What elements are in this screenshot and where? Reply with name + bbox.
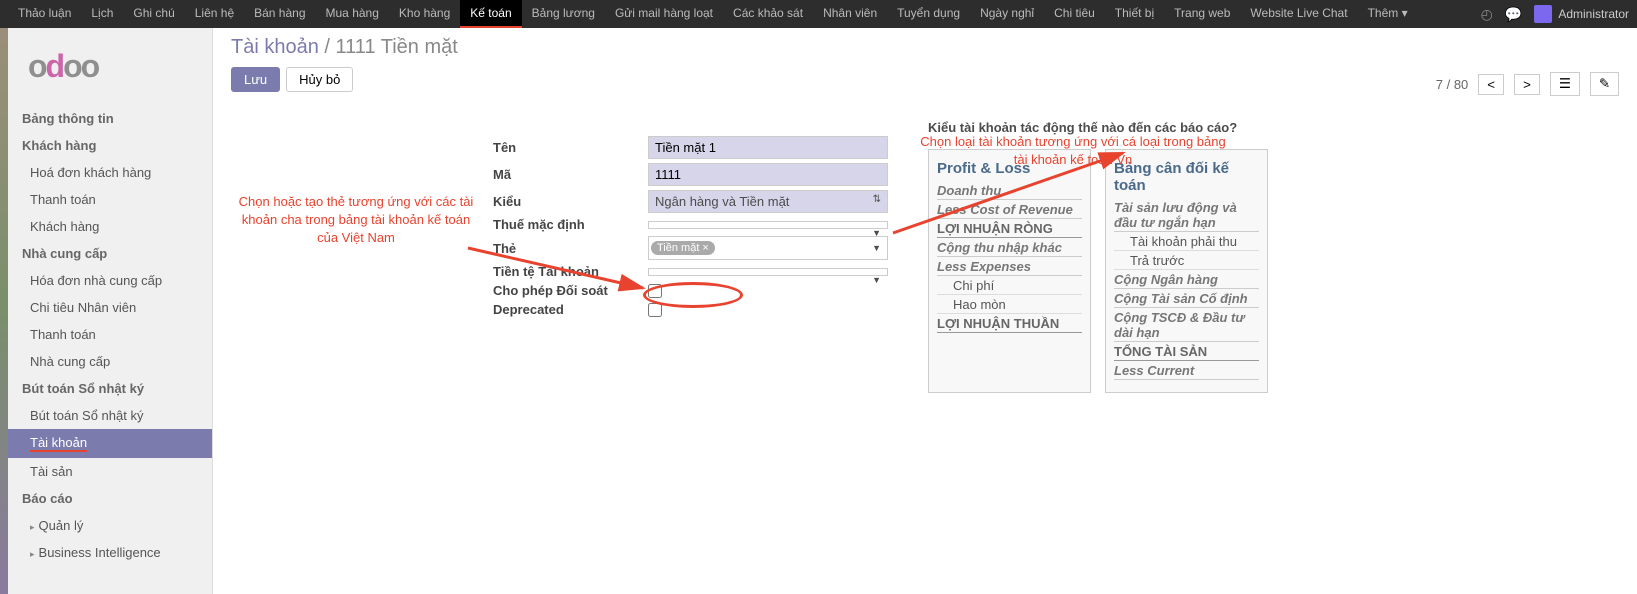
topbar-item[interactable]: Tuyển dụng bbox=[887, 0, 970, 28]
topbar-item[interactable]: Thảo luận bbox=[8, 0, 81, 28]
top-navbar: Thảo luậnLịchGhi chúLiên hệBán hàngMua h… bbox=[0, 0, 1637, 28]
label-code: Mã bbox=[493, 167, 648, 182]
avatar bbox=[1534, 5, 1552, 23]
sidebar-item[interactable]: Khách hàng bbox=[8, 213, 212, 240]
topbar-item[interactable]: Website Live Chat bbox=[1240, 0, 1357, 28]
sidebar-item[interactable]: Chi tiêu Nhân viên bbox=[8, 294, 212, 321]
clock-icon[interactable]: ◴ bbox=[1481, 6, 1493, 23]
caret-down-icon: ▼ bbox=[872, 275, 881, 285]
info-line: Cộng thu nhập khác bbox=[937, 240, 1082, 257]
info-line: Less Expenses bbox=[937, 259, 1082, 276]
sidebar-item[interactable]: Hoá đơn khách hàng bbox=[8, 159, 212, 186]
sidebar-section: Bút toán Sổ nhật ký bbox=[8, 375, 212, 402]
sidebar-section: Bảng thông tin bbox=[8, 105, 212, 132]
save-button[interactable]: Lưu bbox=[231, 67, 280, 92]
topbar-item[interactable]: Ngày nghỉ bbox=[970, 0, 1044, 28]
chat-icon[interactable]: 💬 bbox=[1505, 6, 1522, 23]
sidebar-section: Báo cáo bbox=[8, 485, 212, 512]
sidebar-section: Khách hàng bbox=[8, 132, 212, 159]
info-line: Cộng Tài sản Cố định bbox=[1114, 291, 1259, 308]
left-decoration bbox=[0, 28, 8, 594]
breadcrumb-current: 1111 Tiền mặt bbox=[336, 36, 458, 58]
info-line: Tài khoản phải thu bbox=[1114, 234, 1259, 251]
label-type: Kiểu bbox=[493, 194, 648, 209]
breadcrumb: Tài khoản / 1111 Tiền mặt bbox=[231, 36, 1619, 59]
info-line: LỢI NHUẬN RÒNG bbox=[937, 221, 1082, 238]
sidebar-item[interactable]: ▸Quản lý bbox=[8, 512, 212, 539]
tax-select[interactable]: ▼ bbox=[648, 221, 888, 229]
info-line: LỢI NHUẬN THUẦN bbox=[937, 316, 1082, 333]
topbar-item[interactable]: Nhân viên bbox=[813, 0, 887, 28]
topbar-item[interactable]: Ghi chú bbox=[123, 0, 184, 28]
list-view-button[interactable]: ☰ bbox=[1550, 72, 1580, 96]
tag-field[interactable]: Tiền mặt× ▼ bbox=[648, 236, 888, 260]
sidebar: odoo Bảng thông tinKhách hàngHoá đơn khá… bbox=[8, 28, 213, 594]
user-menu[interactable]: Administrator bbox=[1534, 5, 1629, 23]
topbar-item[interactable]: Gửi mail hàng loạt bbox=[605, 0, 723, 28]
topbar-item[interactable]: Các khảo sát bbox=[723, 0, 813, 28]
form-view-button[interactable]: ✎ bbox=[1590, 72, 1619, 96]
label-deprecated: Deprecated bbox=[493, 302, 648, 317]
tag-remove-icon[interactable]: × bbox=[702, 242, 708, 254]
info-line: Cộng Ngân hàng bbox=[1114, 272, 1259, 289]
topbar-item[interactable]: Mua hàng bbox=[316, 0, 389, 28]
currency-select[interactable]: ▼ bbox=[648, 268, 888, 276]
logo: odoo bbox=[8, 36, 212, 105]
topbar-item[interactable]: Bán hàng bbox=[244, 0, 315, 28]
caret-down-icon: ▼ bbox=[872, 243, 881, 253]
info-line: Doanh thu bbox=[937, 183, 1082, 200]
info-line: Tài sản lưu động và đầu tư ngắn hạn bbox=[1114, 200, 1259, 232]
sidebar-item[interactable]: Thanh toán bbox=[8, 186, 212, 213]
type-select[interactable]: Ngân hàng và Tiền mặt⇅ bbox=[648, 190, 888, 213]
breadcrumb-root[interactable]: Tài khoản bbox=[231, 36, 319, 58]
info-line: Hao mòn bbox=[937, 297, 1082, 314]
sidebar-item[interactable]: Hóa đơn nhà cung cấp bbox=[8, 267, 212, 294]
info-title: Kiểu tài khoản tác động thế nào đến các … bbox=[928, 120, 1268, 135]
pager: 7 / 80 bbox=[1436, 77, 1469, 92]
info-line: TỔNG TÀI SẢN bbox=[1114, 344, 1259, 361]
topbar-item[interactable]: Kế toán bbox=[460, 0, 521, 28]
info-line: Less Current bbox=[1114, 363, 1259, 380]
sidebar-item[interactable]: Thanh toán bbox=[8, 321, 212, 348]
label-reconcile: Cho phép Đối soát bbox=[493, 283, 648, 298]
info-line: Less Cost of Revenue bbox=[937, 202, 1082, 219]
info-line: Chi phí bbox=[937, 278, 1082, 295]
select-arrows-icon: ⇅ bbox=[873, 194, 881, 205]
topbar-item[interactable]: Chi tiêu bbox=[1044, 0, 1105, 28]
tag-chip: Tiền mặt× bbox=[651, 241, 715, 255]
label-name: Tên bbox=[493, 140, 648, 155]
prev-button[interactable]: < bbox=[1478, 74, 1504, 95]
code-field[interactable] bbox=[648, 163, 888, 186]
topbar-item[interactable]: Bảng lương bbox=[522, 0, 605, 28]
label-tag: Thẻ bbox=[493, 241, 648, 256]
topbar-item[interactable]: Thiết bị bbox=[1105, 0, 1164, 28]
info-col-bs: Bảng cân đối kế toán Tài sản lưu động và… bbox=[1105, 149, 1268, 393]
sidebar-item[interactable]: ▸Business Intelligence bbox=[8, 539, 212, 566]
sidebar-section: Nhà cung cấp bbox=[8, 240, 212, 267]
sidebar-item[interactable]: Nhà cung cấp bbox=[8, 348, 212, 375]
user-name: Administrator bbox=[1558, 7, 1629, 21]
name-field[interactable] bbox=[648, 136, 888, 159]
topbar-item[interactable]: Trang web bbox=[1164, 0, 1240, 28]
label-tax: Thuế mặc định bbox=[493, 217, 648, 232]
next-button[interactable]: > bbox=[1514, 74, 1540, 95]
topbar-item[interactable]: Thêm ▾ bbox=[1358, 0, 1418, 28]
label-currency: Tiền tệ Tài khoản bbox=[493, 264, 648, 279]
info-line: Cộng TSCĐ & Đầu tư dài hạn bbox=[1114, 310, 1259, 342]
sidebar-item[interactable]: Tài sản bbox=[8, 458, 212, 485]
topbar-item[interactable]: Liên hệ bbox=[185, 0, 244, 28]
sidebar-item[interactable]: Tài khoản bbox=[8, 429, 212, 458]
info-col-pl: Profit & Loss Doanh thuLess Cost of Reve… bbox=[928, 149, 1091, 393]
reconcile-checkbox[interactable] bbox=[648, 284, 662, 298]
cancel-button[interactable]: Hủy bỏ bbox=[286, 67, 353, 92]
deprecated-checkbox[interactable] bbox=[648, 303, 662, 317]
topbar-item[interactable]: Lịch bbox=[81, 0, 123, 28]
info-line: Trả trước bbox=[1114, 253, 1259, 270]
sidebar-item[interactable]: Bút toán Sổ nhật ký bbox=[8, 402, 212, 429]
topbar-item[interactable]: Kho hàng bbox=[389, 0, 460, 28]
